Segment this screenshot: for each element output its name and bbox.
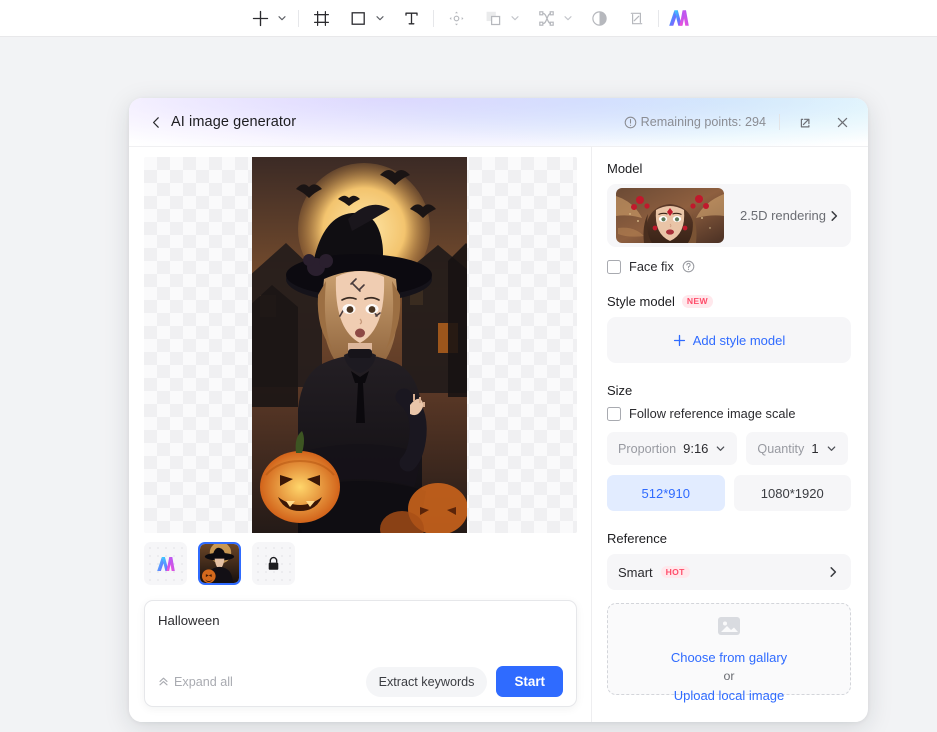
size-section-label: Size [607,383,633,398]
model-selector[interactable]: 2.5D rendering [607,184,851,247]
plus-icon [673,334,686,347]
settings-panel: Model 2.5D rendering Face fix Style mode… [592,147,867,722]
face-fix-checkbox[interactable] [607,259,621,274]
prompt-input[interactable]: Halloween [158,612,563,666]
dialog-header: AI image generator Remaining points: 294 [129,98,868,147]
image-placeholder-icon [717,615,741,642]
proportion-select[interactable]: Proportion 9:16 [607,432,738,465]
follow-reference-scale-label: Follow reference image scale [629,406,796,421]
thumbnail-strip [144,542,295,585]
info-icon [624,116,637,129]
add-chevron-down-icon[interactable] [274,13,290,23]
extract-keywords-button[interactable]: Extract keywords [365,666,488,697]
path-node-icon[interactable] [532,4,560,32]
canvas-pane: Halloween Expand all Extract keywords St… [129,147,592,722]
model-section-label: Model [607,161,643,176]
frame-icon[interactable] [307,4,335,32]
proportion-chevron-down-icon[interactable] [715,443,726,454]
dimension-option-512x910[interactable]: 512*910 [607,475,725,511]
thumbnail-result[interactable] [198,542,241,585]
model-name: 2.5D rendering [740,208,826,223]
quantity-value: 1 [811,441,819,456]
expand-all-label: Expand all [174,674,233,689]
shape-chevron-down-icon[interactable] [372,13,388,23]
remaining-points-text: Remaining points: 294 [640,115,766,129]
expand-icon[interactable] [793,110,817,134]
model-thumbnail [616,188,724,243]
expand-all-button[interactable]: Expand all [158,675,233,689]
reference-smart-label: Smart [618,564,653,580]
lock-icon [266,556,281,572]
crop-icon[interactable] [622,4,650,32]
add-style-model-label: Add style model [692,332,786,348]
layers-chevron-down-icon[interactable] [507,13,523,23]
top-toolbar [0,0,937,37]
quantity-label: Quantity [757,441,805,456]
path-chevron-down-icon[interactable] [560,13,576,23]
contrast-icon[interactable] [585,4,613,32]
move-icon[interactable] [442,4,470,32]
face-fix-row[interactable]: Face fix [607,259,851,274]
prompt-footer: Expand all Extract keywords Start [158,666,563,697]
add-style-model-button[interactable]: Add style model [607,317,851,363]
style-model-section-label: Style model NEW [607,294,851,309]
proportion-label: Proportion [618,441,677,456]
remaining-points: Remaining points: 294 [624,115,766,129]
hot-badge: HOT [660,565,690,579]
style-model-label-text: Style model [607,294,675,309]
canvas-transparency-area[interactable] [144,157,577,533]
reference-smart-row[interactable]: Smart HOT [607,554,851,590]
new-badge: NEW [681,295,713,308]
ai-image-generator-dialog: AI image generator Remaining points: 294 [129,98,868,722]
quantity-chevron-down-icon[interactable] [826,443,837,454]
add-icon[interactable] [246,4,274,32]
dialog-header-actions: Remaining points: 294 [624,110,854,134]
dialog-title: AI image generator [171,114,297,130]
toolbar-divider [298,9,299,27]
text-icon[interactable] [397,4,425,32]
size-controls-row: Proportion 9:16 Quantity 1 [607,432,851,465]
chevron-up-double-icon [158,676,169,687]
header-divider [779,114,780,130]
choose-from-gallery-link[interactable]: Choose from gallary [671,648,787,667]
generated-image[interactable] [252,157,467,533]
toolbar-divider [433,9,434,27]
upload-or-text: or [723,669,735,683]
ai-logo-icon[interactable] [667,6,691,30]
help-circle-icon[interactable] [682,260,695,273]
follow-reference-scale-row[interactable]: Follow reference image scale [607,406,851,421]
back-chevron-left-icon[interactable] [145,111,167,133]
dimension-options: 512*910 1080*1920 [607,475,851,511]
follow-reference-scale-checkbox[interactable] [607,406,621,421]
thumbnail-ai-logo[interactable] [144,542,187,585]
reference-upload-dropzone[interactable]: Choose from gallary or Upload local imag… [607,603,851,703]
layers-icon[interactable] [479,4,507,32]
prompt-actions: Extract keywords Start [365,666,563,697]
dimension-option-1080x1920[interactable]: 1080*1920 [733,475,851,511]
upload-local-image-link[interactable]: Upload local image [674,686,785,705]
reference-chevron-right-icon[interactable] [827,566,839,578]
thumbnail-result-image [200,544,239,583]
proportion-value: 9:16 [683,441,709,456]
face-fix-label: Face fix [629,259,674,274]
toolbar-divider [658,9,659,27]
quantity-select[interactable]: Quantity 1 [746,432,848,465]
close-icon[interactable] [830,110,854,134]
model-chevron-right-icon[interactable] [828,210,840,222]
start-button[interactable]: Start [496,666,563,697]
shape-icon[interactable] [344,4,372,32]
reference-section-label: Reference [607,531,667,546]
dialog-body: Halloween Expand all Extract keywords St… [129,147,868,722]
prompt-box: Halloween Expand all Extract keywords St… [144,600,577,707]
thumbnail-locked[interactable] [252,542,295,585]
